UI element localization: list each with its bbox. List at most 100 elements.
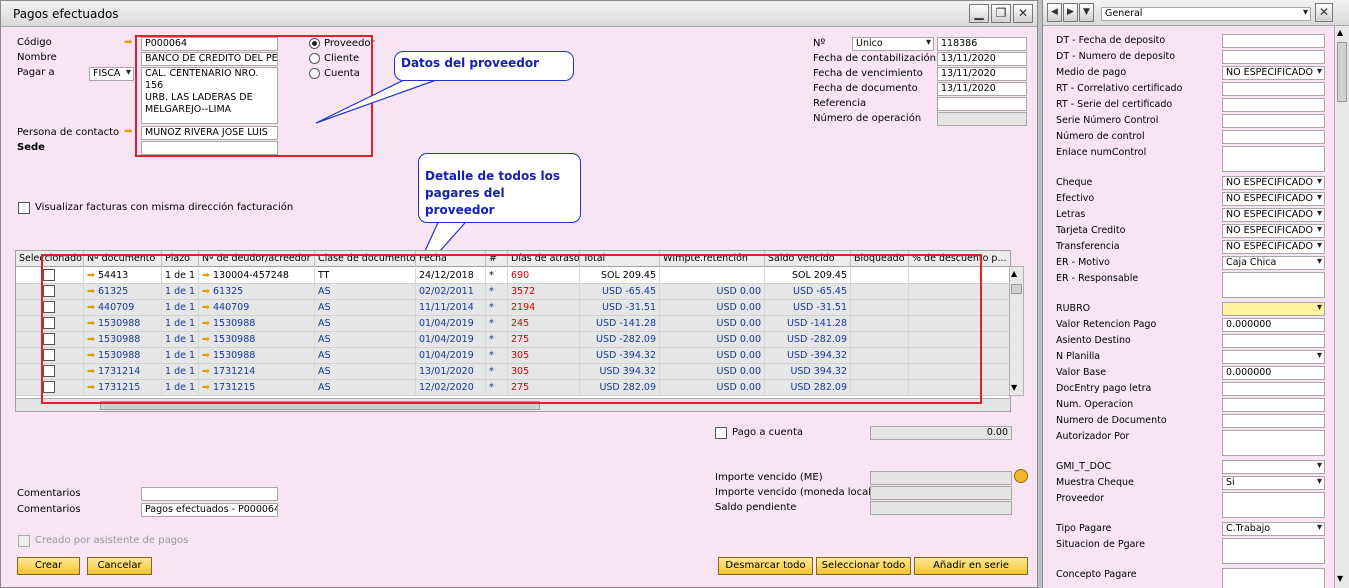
- side-field-input[interactable]: 0.000000: [1222, 366, 1325, 380]
- side-scrollbar[interactable]: ▲ ▼: [1334, 26, 1349, 588]
- fecha-contab-label: Fecha de contabilización: [813, 53, 936, 64]
- cancelar-button[interactable]: Cancelar: [87, 557, 152, 575]
- side-field-input[interactable]: [1222, 334, 1325, 348]
- seleccionar-button[interactable]: Seleccionar todo: [816, 557, 911, 575]
- side-field-input[interactable]: [1222, 382, 1325, 396]
- side-field-select[interactable]: Si: [1222, 476, 1325, 490]
- side-field-label: Transferencia: [1056, 241, 1120, 252]
- side-field-input[interactable]: [1222, 50, 1325, 64]
- payments-window: Pagos efectuados ▁ ❐ ✕ Código Nombre Pag…: [0, 0, 1038, 588]
- callout-detail-line: Detalle de todos los: [425, 169, 561, 183]
- creado-label: Creado por asistente de pagos: [35, 535, 189, 546]
- side-field-label: ER - Motivo: [1056, 257, 1110, 268]
- desmarcar-button[interactable]: Desmarcar todo: [718, 557, 813, 575]
- side-field-input[interactable]: [1222, 34, 1325, 48]
- side-field-label: Serie Número Control: [1056, 115, 1159, 126]
- side-field-input[interactable]: [1222, 568, 1325, 588]
- comentarios-input[interactable]: [141, 487, 278, 501]
- side-field-input[interactable]: [1222, 492, 1325, 518]
- side-field-select[interactable]: NO ESPECIFICADO: [1222, 224, 1325, 238]
- side-field-label: Letras: [1056, 209, 1086, 220]
- dropdown-icon[interactable]: ▼: [1079, 3, 1094, 22]
- pagar-a-select[interactable]: FISCA: [89, 67, 134, 81]
- side-field-select[interactable]: C.Trabajo: [1222, 522, 1325, 536]
- anadir-serie-button[interactable]: Añadir en serie: [914, 557, 1028, 575]
- side-field-input[interactable]: [1222, 146, 1325, 172]
- importe-me-input: [870, 471, 1012, 485]
- side-field-select[interactable]: NO ESPECIFICADO: [1222, 192, 1325, 206]
- side-field-input[interactable]: [1222, 114, 1325, 128]
- num-operacion-label: Número de operación: [813, 113, 922, 124]
- pago-cuenta-input: 0.00: [870, 426, 1012, 440]
- side-field-list: DT - Fecha de deposito DT - Numero de dep…: [1043, 26, 1335, 588]
- pagar-a-label: Pagar a: [17, 67, 55, 78]
- side-field-label: Situacion de Pgare: [1056, 539, 1145, 550]
- side-field-select[interactable]: NO ESPECIFICADO: [1222, 240, 1325, 254]
- side-field-label: Concepto Pagare: [1056, 569, 1137, 580]
- side-field-label: DT - Numero de deposito: [1056, 51, 1176, 62]
- side-field-label: Numero de Documento: [1056, 415, 1167, 426]
- fecha-venc-input[interactable]: 13/11/2020: [937, 67, 1027, 81]
- pago-cuenta-checkbox[interactable]: [715, 427, 727, 439]
- importe-local-input: [870, 486, 1012, 500]
- next-icon[interactable]: ▶: [1063, 3, 1078, 22]
- nombre-label: Nombre: [17, 52, 57, 63]
- side-field-select[interactable]: NO ESPECIFICADO: [1222, 208, 1325, 222]
- scroll-down-icon[interactable]: ▼: [1337, 574, 1343, 583]
- series-select[interactable]: Unico: [852, 37, 934, 51]
- scroll-thumb[interactable]: [1337, 42, 1347, 102]
- scroll-up-icon[interactable]: ▲: [1011, 269, 1017, 278]
- title-bar: Pagos efectuados ▁ ❐ ✕: [1, 1, 1037, 27]
- scroll-down-icon[interactable]: ▼: [1011, 383, 1017, 392]
- side-field-select[interactable]: NO ESPECIFICADO: [1222, 66, 1325, 80]
- comentarios2-input[interactable]: Pagos efectuados - P000064: [141, 503, 278, 517]
- prev-icon[interactable]: ◀: [1047, 3, 1062, 22]
- category-select[interactable]: General: [1101, 7, 1311, 21]
- importe-me-label: Importe vencido (ME): [715, 472, 823, 483]
- referencia-input[interactable]: [937, 97, 1027, 111]
- visualizar-label: Visualizar facturas con misma dirección …: [35, 202, 294, 213]
- side-field-select[interactable]: [1222, 460, 1325, 474]
- referencia-label: Referencia: [813, 98, 867, 109]
- close-icon[interactable]: ✕: [1315, 3, 1333, 22]
- comentarios2-label: Comentarios: [17, 504, 81, 515]
- side-field-label: GMI_T_DOC: [1056, 461, 1112, 472]
- fecha-doc-input[interactable]: 13/11/2020: [937, 82, 1027, 96]
- crear-button[interactable]: Crear: [17, 557, 80, 575]
- side-field-label: Número de control: [1056, 131, 1145, 142]
- doc-number-input[interactable]: 118386: [937, 37, 1027, 51]
- scroll-thumb[interactable]: [1011, 284, 1022, 294]
- side-field-input[interactable]: [1222, 98, 1325, 112]
- side-field-input[interactable]: [1222, 272, 1325, 298]
- maximize-icon[interactable]: ❐: [991, 4, 1011, 23]
- side-field-label: N Planilla: [1056, 351, 1101, 362]
- callout-supplier: Datos del proveedor: [394, 51, 574, 81]
- side-field-label: Cheque: [1056, 177, 1093, 188]
- side-field-label: DT - Fecha de deposito: [1056, 35, 1166, 46]
- fecha-contab-input[interactable]: 13/11/2020: [937, 52, 1027, 66]
- side-field-select[interactable]: [1222, 350, 1325, 364]
- minimize-icon[interactable]: ▁: [969, 4, 989, 23]
- scroll-up-icon[interactable]: ▲: [1337, 28, 1343, 37]
- side-field-label: RUBRO: [1056, 303, 1091, 314]
- fecha-doc-label: Fecha de documento: [813, 83, 918, 94]
- side-field-select[interactable]: NO ESPECIFICADO: [1222, 176, 1325, 190]
- visualizar-checkbox[interactable]: [18, 202, 30, 214]
- side-field-input[interactable]: [1222, 414, 1325, 428]
- num-operacion-input: [937, 112, 1027, 126]
- callout-detail: Detalle de todos los pagares del proveed…: [418, 153, 581, 223]
- close-icon[interactable]: ✕: [1013, 4, 1033, 23]
- side-field-select[interactable]: [1222, 302, 1325, 316]
- side-field-input[interactable]: [1222, 130, 1325, 144]
- side-field-input[interactable]: 0.000000: [1222, 318, 1325, 332]
- side-field-input[interactable]: [1222, 430, 1325, 456]
- side-field-select[interactable]: Caja Chica: [1222, 256, 1325, 270]
- creado-checkbox: [18, 535, 30, 547]
- side-field-input[interactable]: [1222, 398, 1325, 412]
- window-title: Pagos efectuados: [13, 7, 119, 21]
- coins-icon[interactable]: [1014, 469, 1028, 483]
- side-field-input[interactable]: [1222, 82, 1325, 96]
- side-field-input[interactable]: [1222, 538, 1325, 564]
- vertical-scrollbar[interactable]: ▲ ▼: [1009, 266, 1024, 396]
- importe-local-label: Importe vencido (moneda local): [715, 487, 875, 498]
